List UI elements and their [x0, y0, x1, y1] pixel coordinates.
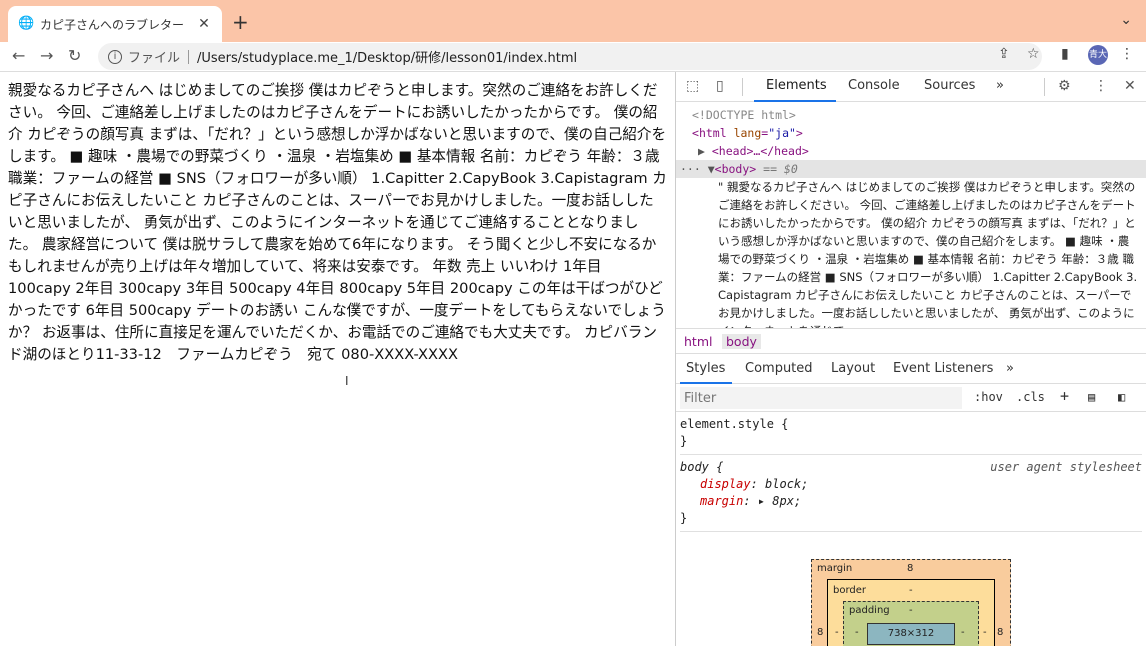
tab-layout[interactable]: Layout — [831, 361, 875, 376]
margin-top-value[interactable]: 8 — [907, 563, 913, 574]
url-scheme-label: ファイル — [128, 51, 181, 66]
url-separator — [188, 49, 190, 64]
paint-roller-icon[interactable]: ▤ — [1088, 390, 1095, 404]
box-model-diagram: margin 8 8 8 border - - - padding - - - … — [811, 559, 1011, 646]
address-bar[interactable]: i ファイル /Users/studyplace.me_1/Desktop/研修… — [98, 43, 1042, 70]
rule-origin: user agent stylesheet — [990, 460, 1142, 474]
styles-filter-row: :hov .cls + ▤ ◧ — [676, 384, 1146, 412]
display-declaration[interactable]: display: block; — [680, 476, 1142, 493]
border-top-value[interactable]: - — [909, 585, 913, 596]
border-label: border — [833, 585, 867, 596]
tab-elements[interactable]: Elements — [766, 78, 827, 93]
reload-icon[interactable]: ↻ — [68, 45, 81, 67]
expand-triangle-icon[interactable]: ▶ — [698, 144, 705, 158]
bookmark-star-icon[interactable]: ☆ — [1027, 46, 1040, 62]
globe-icon: 🌐 — [18, 16, 35, 31]
margin-label: margin — [817, 563, 853, 574]
dom-doctype[interactable]: <!DOCTYPE html> — [676, 106, 1146, 124]
padding-left-value[interactable]: - — [855, 627, 859, 638]
info-icon[interactable]: i — [108, 49, 122, 64]
dom-html-node[interactable]: <html lang="ja"> — [676, 124, 1146, 142]
styles-tab-bar: Styles Computed Layout Event Listeners » — [676, 354, 1146, 384]
browser-tab[interactable]: 🌐 カピ子さんへのラブレター ✕ — [8, 6, 222, 42]
padding-label: padding — [849, 605, 890, 616]
dom-head-node[interactable]: ▶ <head>…</head> — [676, 142, 1146, 160]
dom-tree: <!DOCTYPE html> <html lang="ja"> ▶ <head… — [676, 102, 1146, 328]
tab-strip: 🌐 カピ子さんへのラブレター ✕ + ⌄ — [0, 0, 1146, 42]
tab-search-chevron-icon[interactable]: ⌄ — [1120, 12, 1132, 28]
padding-right-value[interactable]: - — [961, 627, 965, 638]
url-text[interactable]: /Users/studyplace.me_1/Desktop/研修/lesson… — [197, 47, 577, 66]
tab-event-listeners[interactable]: Event Listeners — [893, 361, 993, 376]
devtools-panel: ⬚ ▯ Elements Console Sources » ⚙ ⋮ ✕ <!D… — [675, 72, 1146, 646]
share-icon[interactable]: ⇪ — [998, 46, 1010, 62]
class-toggle[interactable]: .cls — [1016, 390, 1045, 404]
divider — [742, 78, 743, 96]
divider — [1044, 78, 1045, 96]
styles-filter-input[interactable] — [680, 387, 962, 409]
devtools-tab-bar: ⬚ ▯ Elements Console Sources » ⚙ ⋮ ✕ — [676, 72, 1146, 102]
border-left-value[interactable]: - — [835, 627, 839, 638]
new-tab-button[interactable]: + — [232, 10, 249, 34]
tab-title: カピ子さんへのラブレター — [40, 17, 185, 32]
tab-sources[interactable]: Sources — [924, 78, 975, 93]
browser-toolbar: ← → ↻ i ファイル /Users/studyplace.me_1/Desk… — [0, 42, 1146, 72]
box-model-content[interactable]: 738×312 — [867, 623, 955, 645]
tab-styles[interactable]: Styles — [686, 361, 725, 376]
margin-declaration[interactable]: margin: ▸ 8px; — [680, 493, 1142, 510]
more-tabs-icon[interactable]: » — [996, 78, 1004, 93]
forward-icon[interactable]: → — [40, 45, 53, 67]
hover-state-toggle[interactable]: :hov — [974, 390, 1003, 404]
settings-gear-icon[interactable]: ⚙ — [1058, 78, 1071, 94]
more-style-tabs-icon[interactable]: » — [1006, 361, 1014, 376]
breadcrumb: html body — [676, 328, 1146, 354]
inspect-element-icon[interactable]: ⬚ — [686, 78, 699, 94]
margin-left-value[interactable]: 8 — [817, 627, 823, 638]
back-icon[interactable]: ← — [12, 45, 25, 67]
breadcrumb-body[interactable]: body — [722, 334, 761, 349]
padding-top-value[interactable]: - — [909, 605, 913, 616]
profile-avatar[interactable]: 青大 — [1088, 45, 1108, 65]
tab-computed[interactable]: Computed — [745, 361, 813, 376]
tab-console[interactable]: Console — [848, 78, 900, 93]
new-rule-plus-icon[interactable]: + — [1060, 387, 1069, 405]
margin-right-value[interactable]: 8 — [997, 627, 1003, 638]
close-devtools-icon[interactable]: ✕ — [1124, 78, 1136, 94]
element-style-rule[interactable]: element.style { } — [680, 416, 1142, 455]
border-right-value[interactable]: - — [983, 627, 987, 638]
breadcrumb-html[interactable]: html — [684, 334, 712, 349]
text-cursor-icon: I — [345, 374, 349, 388]
toggle-sidebar-icon[interactable]: ◧ — [1118, 390, 1125, 404]
close-tab-icon[interactable]: ✕ — [196, 16, 212, 32]
body-user-agent-rule[interactable]: body { user agent stylesheet display: bl… — [680, 459, 1142, 532]
page-body-text: 親愛なるカピ子さんへ はじめましてのご挨拶 僕はカピぞうと申します。突然のご連絡… — [8, 82, 667, 363]
dom-body-node[interactable]: ··· ▼<body> == $0 — [676, 160, 1146, 178]
page-viewport: 親愛なるカピ子さんへ はじめましてのご挨拶 僕はカピぞうと申します。突然のご連絡… — [0, 72, 675, 646]
devtools-menu-icon[interactable]: ⋮ — [1094, 78, 1108, 94]
side-panel-icon[interactable]: ▮ — [1061, 46, 1069, 62]
device-toolbar-icon[interactable]: ▯ — [716, 78, 724, 94]
collapse-triangle-icon[interactable]: ▼ — [708, 162, 715, 176]
style-rules: element.style { } body { user agent styl… — [676, 412, 1146, 532]
browser-menu-icon[interactable]: ⋮ — [1120, 46, 1134, 62]
dom-body-text-node[interactable]: " 親愛なるカピ子さんへ はじめましてのご挨拶 僕はカピぞうと申します。突然のご… — [676, 178, 1146, 328]
